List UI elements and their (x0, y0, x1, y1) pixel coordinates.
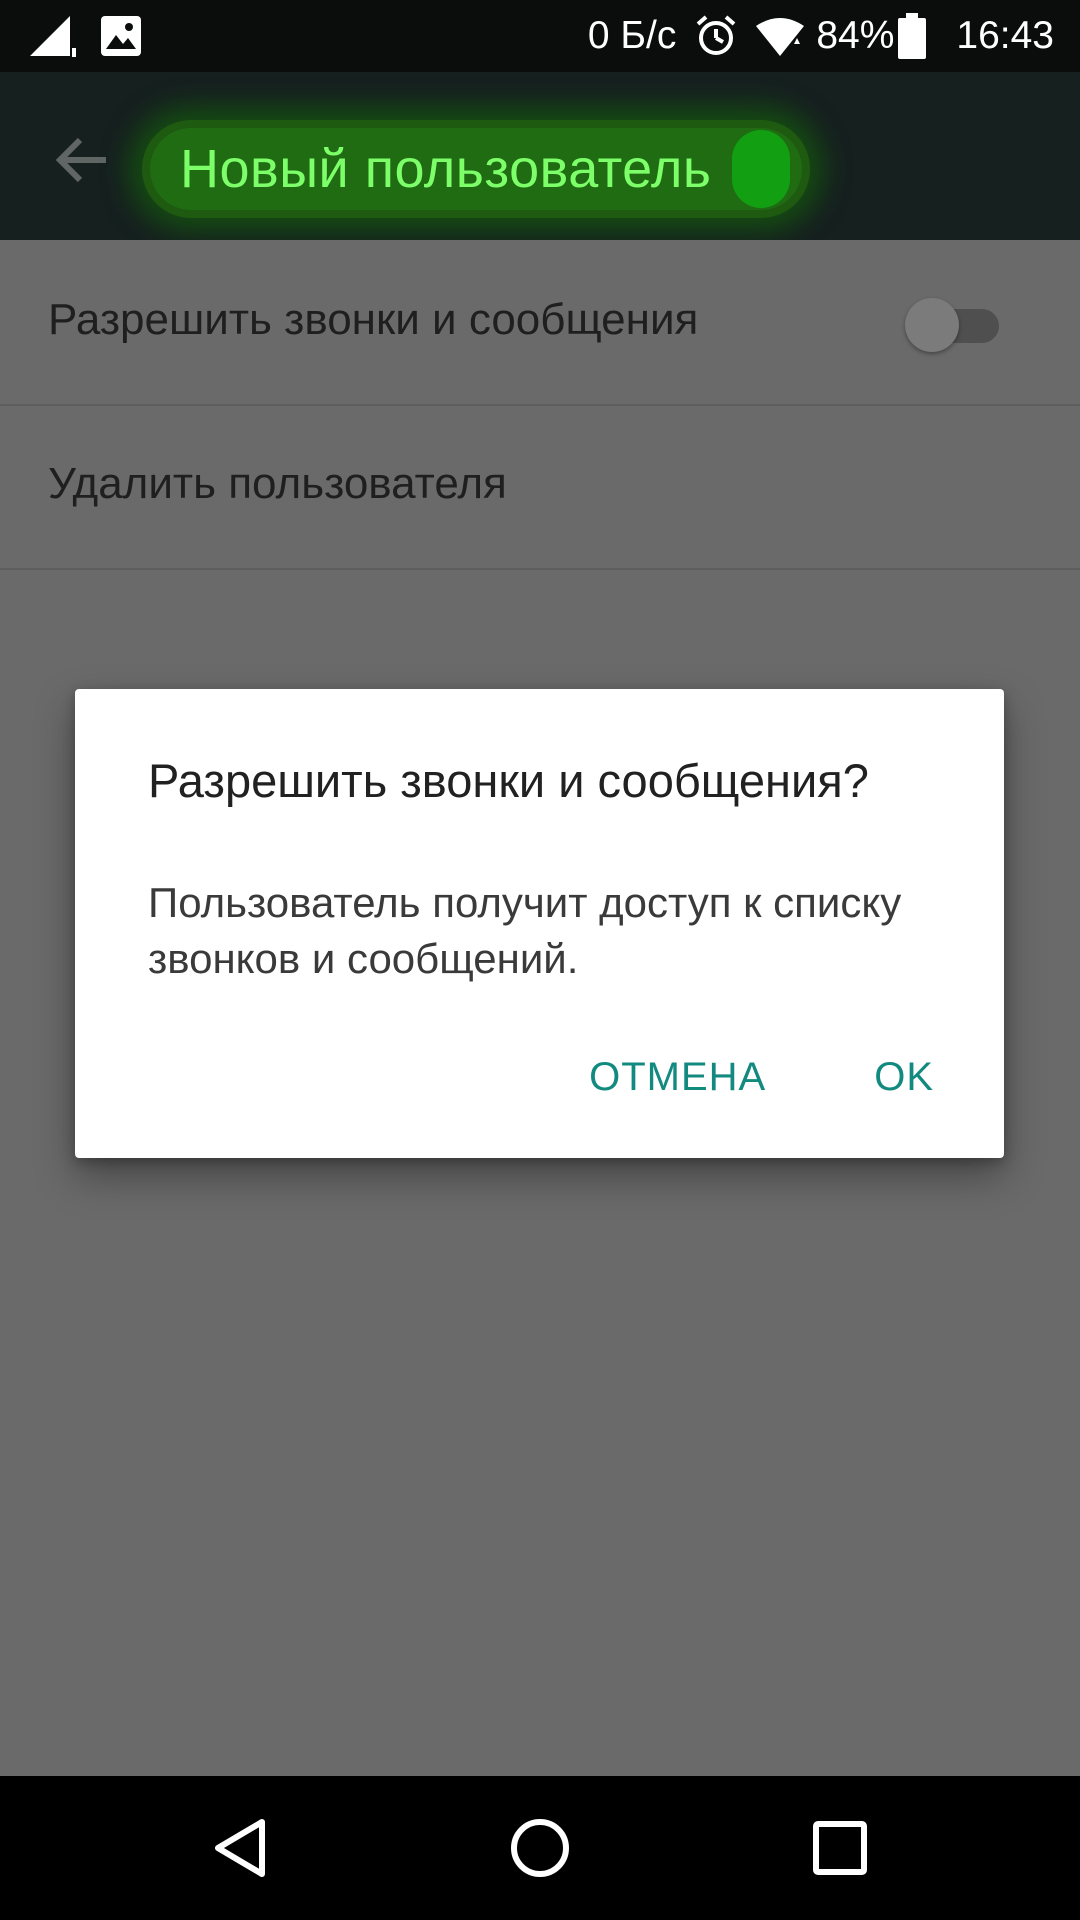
status-bar: 0 Б/с 84% 16:43 (0, 0, 1080, 72)
dialog-title: Разрешить звонки и сообщения? (148, 754, 869, 807)
navigation-bar (0, 1776, 1080, 1920)
allow-calls-switch[interactable] (905, 298, 999, 352)
clock: 16:43 (956, 14, 1054, 57)
status-left-group (28, 14, 142, 58)
battery-icon (898, 13, 927, 59)
title-highlight-knob (732, 130, 790, 208)
signal-icon (28, 14, 78, 58)
image-notification-icon (100, 15, 142, 57)
allow-calls-label: Разрешить звонки и сообщения (48, 295, 699, 344)
home-circle-icon[interactable] (504, 1812, 576, 1884)
cancel-button[interactable]: ОТМЕНА (555, 1043, 800, 1112)
confirm-dialog: Разрешить звонки и сообщения? Пользовате… (75, 689, 1004, 1158)
page-title: Новый пользователь (180, 139, 712, 199)
dialog-message: Пользователь получит доступ к списку зво… (148, 879, 902, 982)
arrow-back-icon[interactable] (52, 130, 112, 190)
app-bar: Новый пользователь (0, 72, 1080, 240)
delete-user-row[interactable]: Удалить пользователя (0, 404, 1080, 570)
ok-button[interactable]: OK (840, 1043, 968, 1112)
recents-square-icon[interactable] (804, 1812, 876, 1884)
screen: 0 Б/с 84% 16:43 Новый пользователь Разре… (0, 0, 1080, 1920)
allow-calls-row[interactable]: Разрешить звонки и сообщения (0, 240, 1080, 406)
dialog-actions: ОТМЕНА OK (555, 1037, 968, 1117)
alarm-icon (694, 14, 738, 58)
back-triangle-icon[interactable] (204, 1812, 276, 1884)
delete-user-label: Удалить пользователя (48, 459, 507, 508)
status-right-group: 0 Б/с 84% 16:43 (588, 10, 1054, 62)
battery-percent: 84% (816, 14, 895, 57)
wifi-icon (754, 16, 806, 56)
network-speed: 0 Б/с (587, 14, 677, 57)
switch-thumb (905, 298, 959, 352)
title-highlight: Новый пользователь (142, 120, 810, 218)
